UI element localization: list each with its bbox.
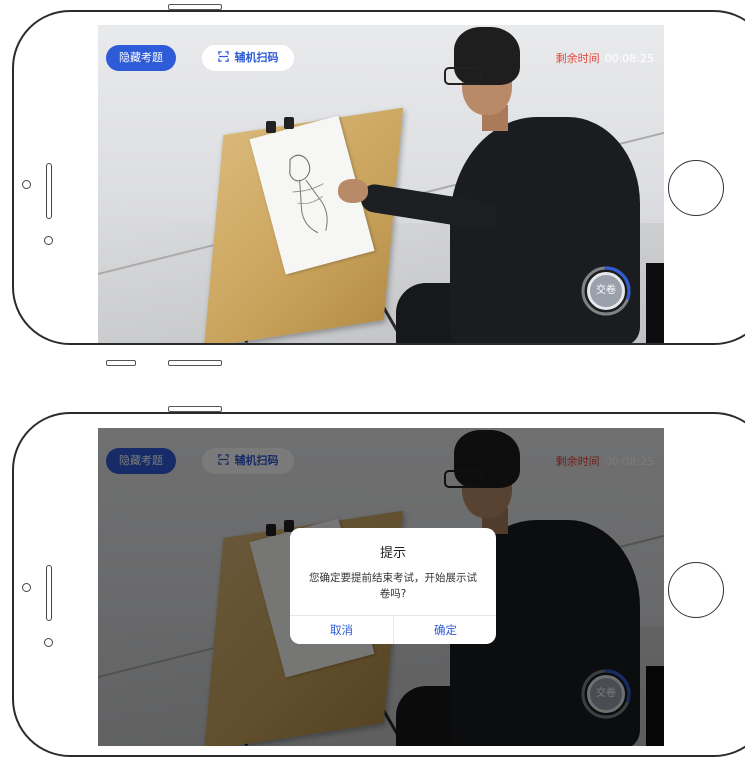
person-glasses bbox=[444, 67, 482, 85]
scan-icon bbox=[217, 51, 229, 62]
front-camera bbox=[22, 180, 31, 189]
home-button[interactable] bbox=[668, 160, 724, 216]
person-hand bbox=[338, 179, 368, 203]
earpiece-speaker bbox=[46, 163, 52, 219]
power-button bbox=[168, 360, 222, 366]
board-clip bbox=[284, 117, 294, 129]
submit-exam-control[interactable]: 交卷 bbox=[579, 264, 633, 318]
hide-questions-button[interactable]: 隐藏考题 bbox=[106, 45, 176, 71]
confirm-dialog: 提示 您确定要提前结束考试，开始展示试卷吗? 取消 确定 bbox=[290, 528, 496, 644]
dialog-title: 提示 bbox=[379, 546, 406, 561]
confirm-button[interactable]: 确定 bbox=[394, 616, 496, 644]
proximity-sensor bbox=[44, 638, 53, 647]
front-camera bbox=[22, 583, 31, 592]
proximity-sensor bbox=[44, 236, 53, 245]
remaining-time-value: 00:08:25 bbox=[604, 52, 654, 65]
dialog-message: 您确定要提前结束考试，开始展示试卷吗? bbox=[309, 572, 477, 600]
remaining-time-label: 剩余时间 bbox=[555, 52, 600, 65]
exam-screen-2: 隐藏考题 辅机扫码 剩余时间00:08:25 交卷 提示 您确定要提前结束考试，… bbox=[98, 428, 664, 746]
board-clip bbox=[266, 121, 276, 133]
aux-scan-label: 辅机扫码 bbox=[234, 51, 279, 64]
home-button[interactable] bbox=[668, 562, 724, 618]
remaining-time: 剩余时间 00:08:25 bbox=[556, 50, 654, 66]
exam-screen-1: 隐藏考题 辅机扫码 剩余时间 00:08:25 交卷 bbox=[98, 25, 664, 343]
chair bbox=[646, 263, 664, 343]
cancel-button[interactable]: 取消 bbox=[290, 616, 393, 644]
earpiece-speaker bbox=[46, 565, 52, 621]
submit-exam-button[interactable]: 交卷 bbox=[587, 272, 625, 310]
aux-scan-button[interactable]: 辅机扫码 bbox=[202, 45, 294, 71]
sketch-drawing bbox=[289, 154, 328, 234]
mute-switch bbox=[106, 360, 136, 366]
